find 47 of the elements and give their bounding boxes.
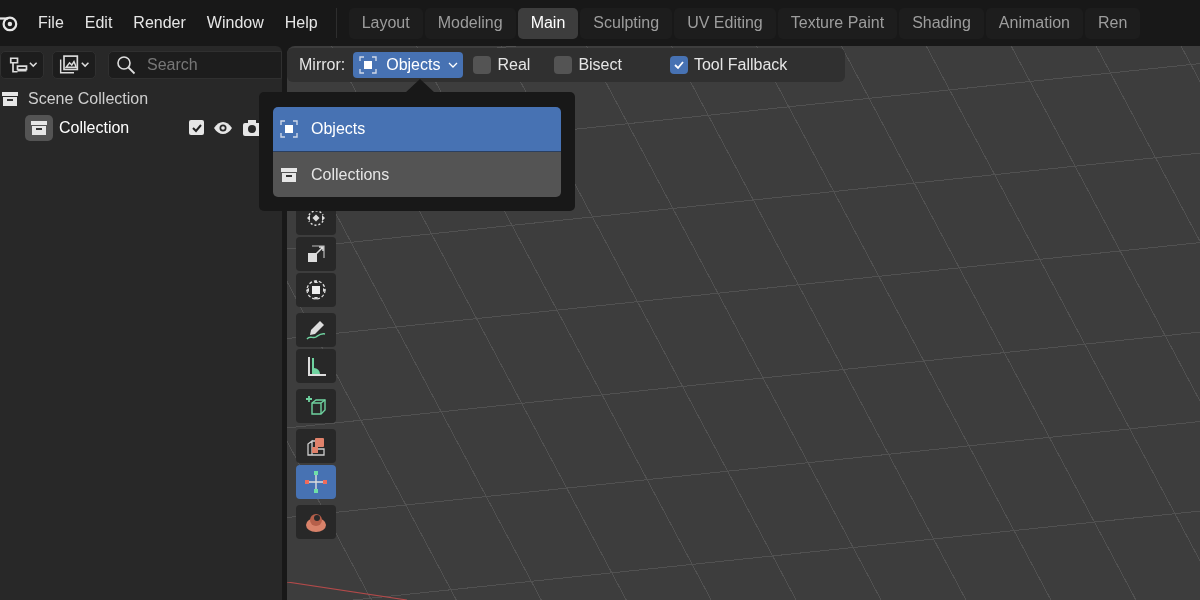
workspace-tab[interactable]: Sculpting	[580, 7, 673, 39]
checkmark-icon	[672, 59, 685, 71]
workspace-tab[interactable]: Modeling	[424, 7, 516, 39]
transform-tool-icon	[304, 278, 328, 302]
mirror-label: Mirror:	[299, 55, 346, 75]
toolbar-tool[interactable]	[296, 237, 336, 271]
mirror-dropdown[interactable]: Objects	[353, 52, 464, 78]
outliner-item[interactable]: Scene Collection	[28, 86, 149, 111]
display-mode-dropdown[interactable]	[0, 51, 44, 79]
app-logo-icon[interactable]	[0, 14, 18, 32]
option-label: Real	[497, 55, 531, 75]
toolbar-tool[interactable]	[296, 273, 336, 307]
select-box-icon	[279, 119, 299, 139]
menu-item[interactable]: Window	[198, 11, 272, 35]
toolbar-tool[interactable]	[296, 313, 336, 347]
workspace-tab[interactable]: Shading	[899, 7, 984, 39]
dropdown-option[interactable]: Objects	[273, 107, 561, 152]
search-icon	[116, 55, 136, 75]
option-label: Bisect	[578, 55, 622, 75]
menu-item[interactable]: Render	[125, 11, 194, 35]
menu-item[interactable]: Edit	[76, 11, 121, 35]
menu-item[interactable]: File	[30, 11, 72, 35]
toolbar-tool[interactable]	[296, 429, 336, 463]
menu-item[interactable]: Help	[276, 11, 326, 35]
workspace-tab[interactable]: Main	[517, 7, 579, 39]
eye-icon[interactable]	[213, 120, 233, 135]
option-checkbox[interactable]	[473, 56, 492, 74]
option-label: Tool Fallback	[693, 55, 788, 75]
dropdown-option[interactable]: Collections	[273, 152, 561, 197]
outliner-item[interactable]: Collection	[59, 115, 130, 140]
annotate-pencil-icon	[304, 318, 328, 342]
workspace-tab[interactable]: Texture Paint	[777, 7, 898, 39]
option-checkbox[interactable]	[554, 56, 573, 74]
filter-dropdown[interactable]	[52, 51, 96, 79]
workspace-tab[interactable]: Ren	[1085, 7, 1141, 39]
toolbar-tool[interactable]	[296, 349, 336, 383]
select-box-icon	[358, 55, 379, 75]
cursor-crosshair-icon	[304, 470, 328, 494]
search-field[interactable]: Search	[108, 51, 282, 79]
workspace-tab[interactable]: UV Editing	[674, 7, 776, 39]
workspace-tab[interactable]: Animation	[985, 7, 1083, 39]
option-checkbox[interactable]	[669, 56, 688, 74]
chevron-down-icon	[448, 62, 459, 68]
toolbar-tool[interactable]	[296, 389, 336, 423]
exclude-checkbox[interactable]	[189, 120, 204, 135]
add-cube-icon	[304, 394, 328, 418]
workspace-tab[interactable]: Layout	[348, 7, 423, 39]
